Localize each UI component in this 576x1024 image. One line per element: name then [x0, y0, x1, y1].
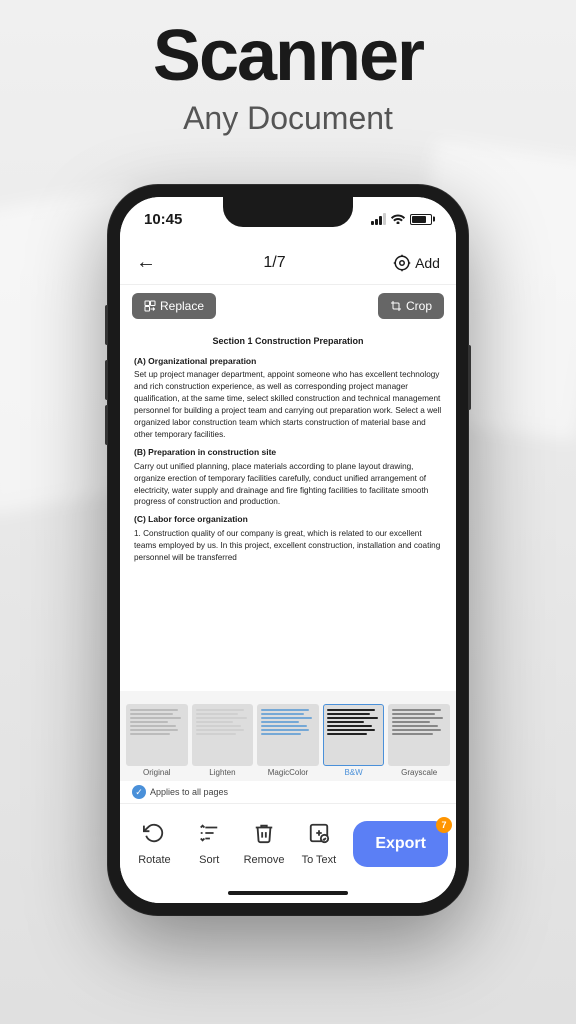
section-heading-0: (A) Organizational preparation	[134, 356, 442, 368]
rotate-label: Rotate	[138, 854, 170, 866]
section-heading-2: (C) Labor force organization	[134, 514, 442, 526]
filter-lighten-label: Lighten	[209, 768, 235, 781]
action-bar: Rotate Sort	[120, 803, 456, 883]
to-text-action[interactable]: To Text	[292, 814, 345, 874]
phone-wrapper: 10:45 ←	[108, 185, 468, 915]
section-text-0: Set up project manager department, appoi…	[134, 369, 442, 440]
remove-label: Remove	[244, 854, 285, 866]
to-text-label: To Text	[302, 854, 337, 866]
sort-label: Sort	[199, 854, 219, 866]
home-indicator	[120, 883, 456, 903]
remove-icon	[253, 822, 275, 850]
app-title: Scanner	[0, 20, 576, 92]
page-indicator: 1/7	[263, 254, 285, 272]
filter-grayscale[interactable]: Grayscale	[388, 704, 450, 781]
applies-note: Applies to all pages	[120, 781, 456, 803]
filter-magiccolor-label: MagicColor	[268, 768, 308, 781]
battery-icon	[410, 214, 432, 225]
filter-bw-label: B&W	[344, 768, 362, 781]
section-heading-1: (B) Preparation in construction site	[134, 447, 442, 459]
add-button[interactable]: Add	[393, 254, 440, 272]
replace-label: Replace	[160, 299, 204, 313]
export-badge: 7	[436, 817, 452, 833]
status-icons	[371, 212, 432, 227]
to-text-icon	[308, 822, 330, 850]
section-text-1: Carry out unified planning, place materi…	[134, 461, 442, 509]
document-content: Section 1 Construction Preparation (A) O…	[120, 327, 456, 691]
replace-button[interactable]: Replace	[132, 293, 216, 319]
rotate-action[interactable]: Rotate	[128, 814, 181, 874]
rotate-icon	[143, 822, 165, 850]
crop-label: Crop	[406, 299, 432, 313]
export-button[interactable]: Export 7	[353, 821, 448, 867]
wifi-icon	[390, 212, 406, 227]
phone-frame: 10:45 ←	[108, 185, 468, 915]
filter-original-label: Original	[143, 768, 171, 781]
section-text-2: 1. Construction quality of our company i…	[134, 528, 442, 564]
app-subtitle: Any Document	[0, 100, 576, 137]
signal-icon	[371, 213, 386, 225]
sort-action[interactable]: Sort	[183, 814, 236, 874]
title-area: Scanner Any Document	[0, 20, 576, 137]
applies-text: Applies to all pages	[150, 787, 228, 797]
sort-icon	[198, 822, 220, 850]
edit-toolbar: Replace Crop	[120, 285, 456, 327]
nav-bar: ← 1/7 Add	[120, 241, 456, 285]
filter-strip: Original Lighten	[120, 691, 456, 781]
doc-title: Section 1 Construction Preparation	[134, 335, 442, 348]
export-label: Export	[375, 835, 426, 852]
remove-action[interactable]: Remove	[238, 814, 291, 874]
check-icon	[132, 785, 146, 799]
status-bar: 10:45	[120, 197, 456, 241]
back-button[interactable]: ←	[136, 251, 156, 274]
filter-original[interactable]: Original	[126, 704, 188, 781]
filter-lighten[interactable]: Lighten	[192, 704, 254, 781]
notch	[223, 197, 353, 227]
filter-grayscale-label: Grayscale	[401, 768, 437, 781]
phone-screen: 10:45 ←	[120, 197, 456, 903]
crop-button[interactable]: Crop	[378, 293, 444, 319]
filter-magiccolor[interactable]: MagicColor	[257, 704, 319, 781]
filter-bw[interactable]: B&W	[323, 704, 385, 781]
add-label: Add	[415, 255, 440, 271]
status-time: 10:45	[144, 211, 182, 228]
